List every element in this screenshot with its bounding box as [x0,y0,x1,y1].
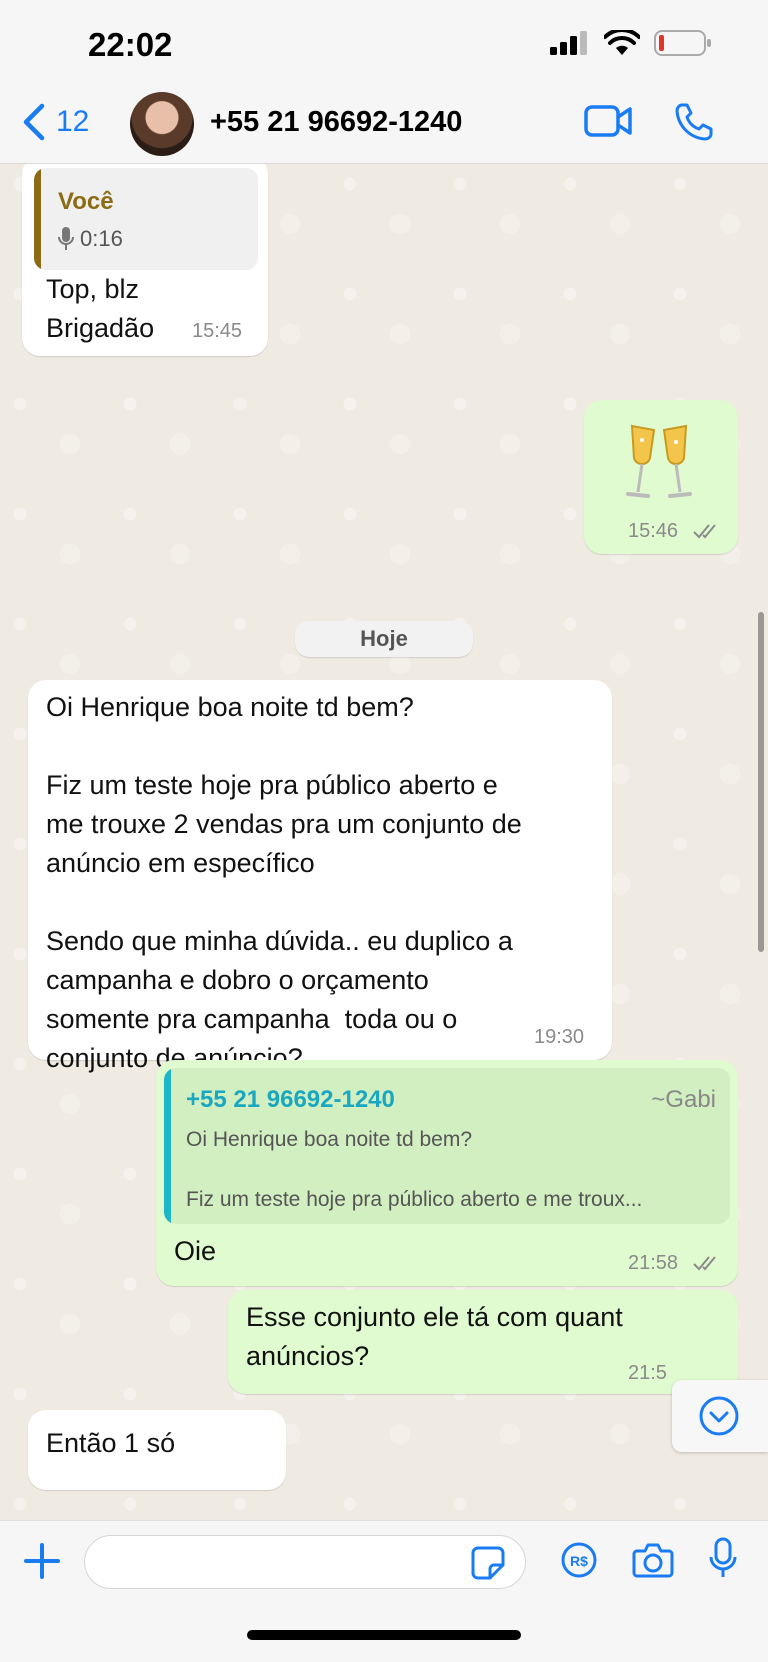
message-bubble-outgoing[interactable]: Esse conjunto ele tá com quant anúncios?… [228,1290,738,1394]
cellular-signal-icon [550,31,587,55]
message-time: 15:46 [628,520,679,542]
back-button[interactable]: 12 [20,102,89,142]
quote-text-line: Oi Henrique boa noite td bem? [186,1128,473,1151]
payment-button[interactable]: R$ [560,1541,598,1584]
message-input[interactable] [84,1535,526,1589]
quoted-message[interactable]: +55 21 96692-1240 ~Gabi Oi Henrique boa … [164,1068,730,1224]
microphone-icon [58,227,74,250]
quoted-message[interactable]: Você 0:16 [34,168,258,270]
message-time: 21:5 [628,1362,667,1384]
message-text: Então 1 só [46,1428,176,1458]
message-text: Oie [174,1236,217,1266]
quote-bar [164,1068,171,1224]
camera-button[interactable] [632,1541,674,1584]
message-bubble-incoming[interactable]: Você 0:16 Top, blz Brigadão 15:45 [22,164,268,356]
voice-record-button[interactable] [708,1537,738,1586]
voice-call-button[interactable] [674,102,714,147]
unread-count: 12 [56,105,90,138]
message-bubble-incoming[interactable]: Então 1 só [28,1410,286,1490]
quote-author: +55 21 96692-1240 [186,1086,395,1113]
voice-duration: 0:16 [80,226,123,251]
battery-low-icon [654,30,711,56]
message-time: 15:45 [192,320,243,342]
status-time: 22:02 [88,26,173,63]
microphone-icon [709,1537,737,1577]
clinking-glasses-emoji [626,424,692,498]
sticker-button[interactable] [470,1545,506,1586]
date-separator: Hoje [295,621,473,657]
scrollbar[interactable] [758,612,764,952]
sticker-icon [471,1546,505,1580]
message-time: 21:58 [628,1252,679,1274]
chat-area[interactable]: Você 0:16 Top, blz Brigadão 15:45 15:46 [0,164,768,1520]
status-icons [550,30,712,56]
plus-icon [24,1543,60,1579]
video-call-button[interactable] [584,104,632,143]
message-time: 19:30 [534,1026,585,1048]
chevron-left-icon [23,103,45,141]
video-camera-icon [584,105,632,137]
double-check-icon [693,1256,716,1271]
home-indicator[interactable] [247,1630,521,1640]
pix-payment-icon: R$ [561,1542,597,1578]
contact-name[interactable]: +55 21 96692-1240 [210,106,462,139]
message-text: Oi Henrique boa noite td bem? Fiz um tes… [46,692,522,1073]
chevron-down-circle-icon [699,1396,739,1436]
svg-text:R$: R$ [570,1553,588,1569]
status-bar: 22:02 [0,0,768,92]
quote-bar [34,168,41,270]
message-bubble-outgoing[interactable]: +55 21 96692-1240 ~Gabi Oi Henrique boa … [156,1060,738,1286]
camera-icon [632,1543,674,1578]
quote-author: Você [58,188,114,215]
message-text: Esse conjunto ele tá com quant anúncios? [246,1302,623,1371]
wifi-icon [604,30,640,55]
phone-icon [675,103,713,141]
chat-header: 12 +55 21 96692-1240 [0,92,768,164]
message-input-bar: R$ [0,1520,768,1662]
quote-text-line: Fiz um teste hoje pra público aberto e m… [186,1188,643,1211]
message-bubble-incoming[interactable]: Oi Henrique boa noite td bem? Fiz um tes… [28,680,612,1073]
quote-pushname: ~Gabi [651,1086,716,1113]
attach-button[interactable] [22,1541,62,1586]
message-bubble-outgoing[interactable]: 15:46 [584,400,738,554]
avatar[interactable] [130,92,194,156]
double-check-icon [693,524,716,539]
message-text: Top, blz Brigadão [46,274,155,343]
scroll-to-bottom-button[interactable] [672,1380,768,1452]
